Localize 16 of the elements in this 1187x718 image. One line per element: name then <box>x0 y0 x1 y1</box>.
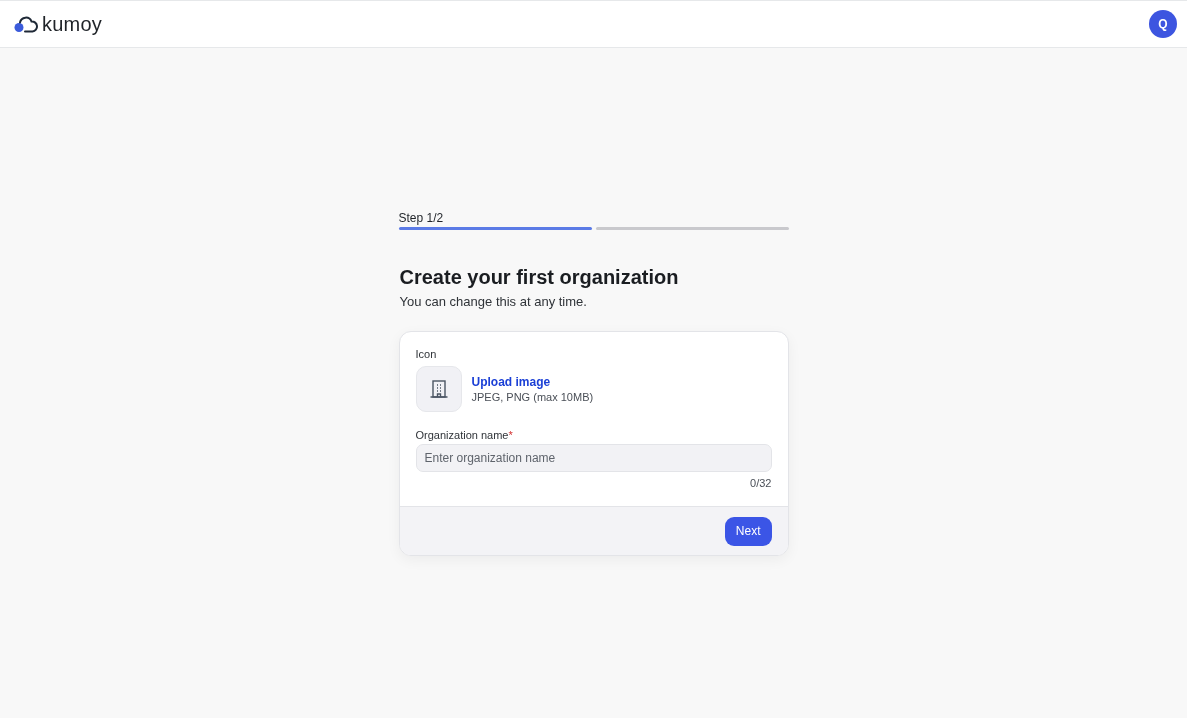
name-label: Organization name <box>415 428 509 442</box>
upload-image-link[interactable]: Upload image <box>471 374 594 390</box>
icon-placeholder[interactable] <box>415 366 462 412</box>
logo-text: kumoy <box>42 14 102 34</box>
character-counter: 0/32 <box>750 476 772 490</box>
user-avatar[interactable]: Q <box>1149 10 1177 38</box>
upload-hint: JPEG, PNG (max 10MB) <box>471 389 594 404</box>
required-asterisk: * <box>508 428 513 442</box>
page-subtitle: You can change this at any time. <box>399 294 588 310</box>
page-heading: Create your first organization <box>399 265 680 290</box>
organization-name-field[interactable]: Enter organization name <box>415 444 772 472</box>
cloud-logo-icon <box>14 15 39 33</box>
building-icon <box>428 379 449 399</box>
next-button[interactable]: Next <box>724 516 772 546</box>
icon-label: Icon <box>415 347 438 361</box>
step-label: Step 1/2 <box>398 211 445 225</box>
